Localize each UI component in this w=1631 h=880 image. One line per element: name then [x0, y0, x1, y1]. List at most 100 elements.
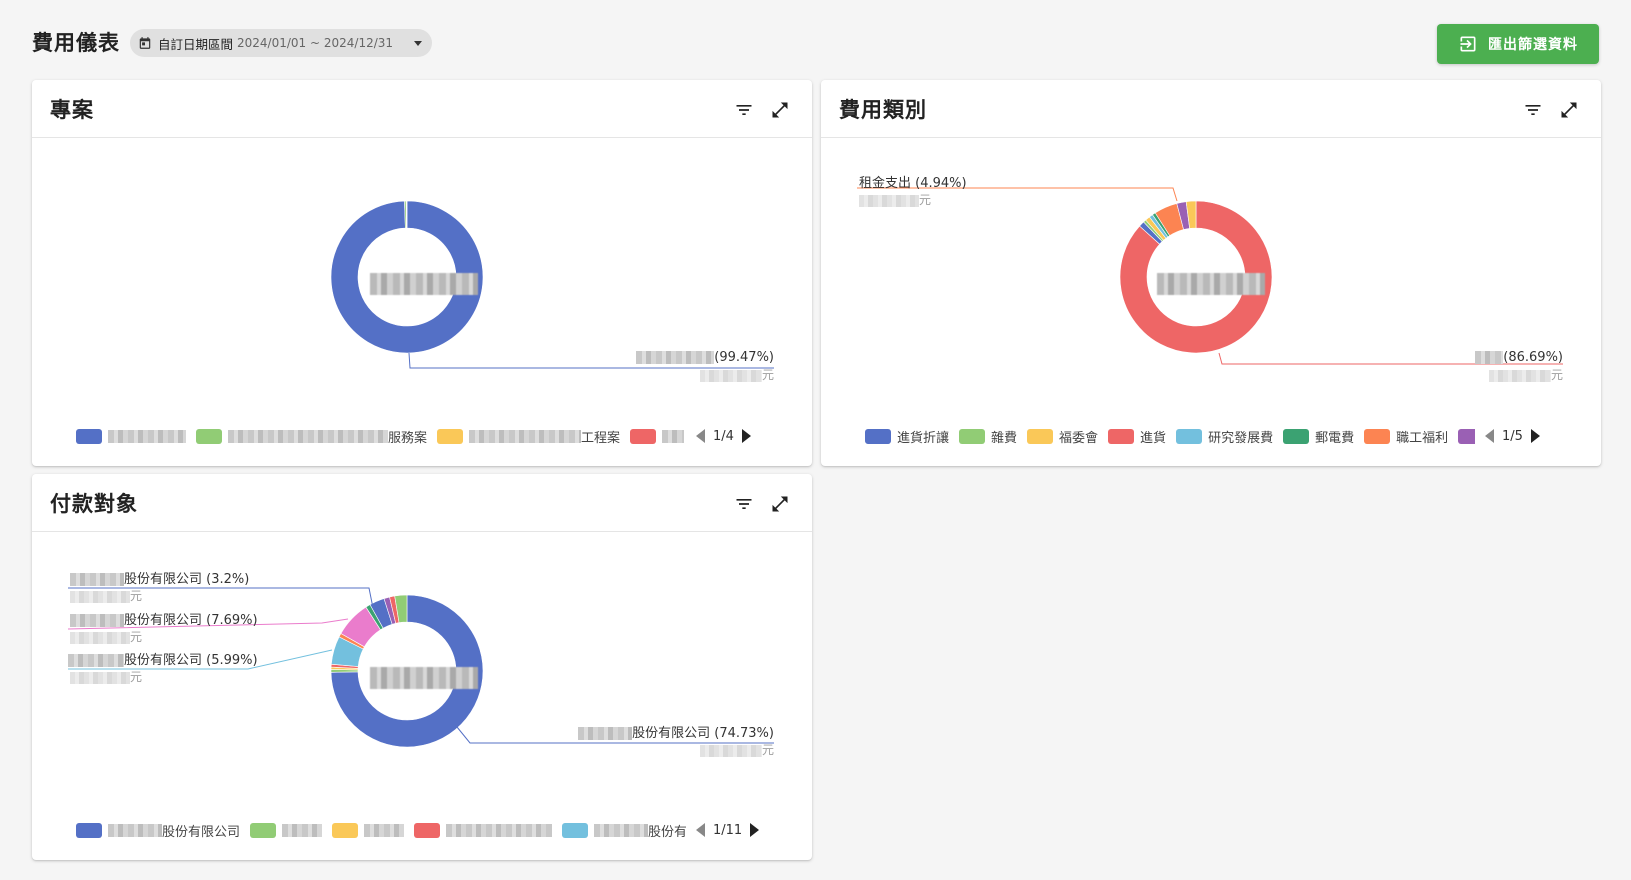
export-button-label: 匯出篩選資料 [1488, 37, 1578, 53]
expand-icon[interactable] [770, 494, 790, 514]
card-title: 費用類別 [839, 98, 927, 122]
redacted-text [636, 351, 715, 364]
legend-item[interactable]: 郵電費 [1283, 427, 1354, 446]
callout-text: 股份有限公司 (7.69%) [124, 613, 258, 628]
callout-label-rent: 租金支出 (4.94%) [859, 176, 967, 191]
legend-swatch [1027, 428, 1054, 444]
total-amount-redacted [370, 667, 478, 689]
legend-item[interactable]: 進貨折讓 [865, 427, 949, 446]
date-range-selector[interactable]: 自訂日期區間 2024/01/01 ~ 2024/12/31 [130, 29, 432, 57]
filter-icon[interactable] [734, 100, 754, 120]
card-title: 專案 [50, 98, 94, 122]
total-amount-redacted [1157, 273, 1265, 295]
legend-swatch [865, 428, 891, 444]
legend-swatch [76, 428, 102, 444]
legend-label: 郵電費 [1315, 430, 1355, 446]
callout-amount: 元 [699, 368, 774, 382]
card-header: 費用類別 [821, 80, 1601, 138]
legend-item[interactable] [76, 428, 186, 444]
redacted-text [578, 727, 633, 740]
redacted-text [594, 823, 649, 837]
legend-swatch [196, 428, 222, 444]
legend-label: 研究發展費 [1208, 430, 1274, 446]
chart-legend: 服務案 工程案 1/4 [32, 426, 812, 446]
redacted-text [68, 654, 124, 667]
legend-pager: 1/5 [1485, 429, 1540, 444]
legend-page-indicator: 1/5 [1502, 428, 1523, 444]
chart-legend: 股份有限公司 股份有 1/11 [32, 820, 812, 840]
prev-page-icon[interactable] [696, 429, 705, 443]
legend-swatch [562, 822, 589, 838]
chart-area: 租金支出 (4.94%) 元 (86.69%) 元 進貨折讓 雜費 福委會 進貨… [821, 139, 1601, 466]
legend-swatch [1176, 428, 1203, 444]
redacted-text [1475, 351, 1504, 364]
redacted-text [70, 671, 130, 684]
legend-item[interactable] [332, 822, 405, 838]
callout-label: 股份有限公司 (3.2%) [70, 572, 249, 588]
export-filtered-data-button[interactable]: 匯出篩選資料 [1437, 24, 1599, 64]
redacted-text [699, 369, 762, 382]
callout-text: 股份有限公司 (3.2%) [124, 572, 250, 587]
legend-item[interactable]: 股份有 [562, 821, 686, 840]
callout-unit: 元 [761, 368, 774, 382]
legend-item[interactable] [414, 822, 553, 838]
redacted-text [282, 823, 323, 837]
callout-unit: 元 [1550, 368, 1563, 382]
legend-item[interactable] [1458, 428, 1475, 444]
legend-item[interactable]: 服務案 [196, 427, 427, 446]
prev-page-icon[interactable] [696, 823, 705, 837]
callout-amount: 元 [70, 670, 142, 684]
legend-item[interactable]: 雜費 [959, 427, 1017, 446]
date-range-label: 自訂日期區間 [158, 36, 234, 52]
legend-label: 股份有 [648, 824, 686, 840]
legend-swatch [250, 822, 277, 838]
legend-item[interactable]: 福委會 [1027, 427, 1098, 446]
legend-swatch [1458, 428, 1475, 444]
chevron-down-icon [414, 40, 422, 46]
donut-chart [330, 200, 774, 369]
filter-icon[interactable] [734, 494, 754, 514]
legend-page-indicator: 1/11 [713, 822, 743, 838]
callout-percent: (99.47%) [714, 350, 774, 365]
expand-icon[interactable] [1559, 100, 1579, 120]
card-title: 付款對象 [50, 492, 138, 516]
callout-label: (99.47%) [636, 350, 774, 366]
redacted-text [699, 744, 762, 757]
callout-amount: 元 [70, 630, 142, 644]
legend-item[interactable]: 工程案 [437, 427, 620, 446]
redacted-text [859, 194, 919, 207]
legend-item[interactable]: 職工福利 [1364, 427, 1448, 446]
prev-page-icon[interactable] [1485, 429, 1494, 443]
next-page-icon[interactable] [750, 823, 760, 837]
legend-swatch [437, 428, 464, 444]
legend-item[interactable] [250, 822, 323, 838]
callout-unit: 元 [130, 589, 143, 603]
chart-legend: 進貨折讓 雜費 福委會 進貨 研究發展費 郵電費 職工福利 1/5 [821, 426, 1601, 446]
redacted-text [70, 590, 130, 603]
filter-icon[interactable] [1523, 100, 1543, 120]
legend-item[interactable]: 股份有限公司 [76, 821, 240, 840]
callout-amount: 元 [859, 193, 931, 207]
legend-item[interactable]: 進貨 [1108, 427, 1166, 446]
legend-item[interactable]: 研究發展費 [1176, 427, 1273, 446]
legend-label: 工程案 [581, 430, 621, 446]
next-page-icon[interactable] [1530, 429, 1540, 443]
legend-swatch [414, 822, 441, 838]
next-page-icon[interactable] [741, 429, 751, 443]
payee-card: 付款對象 股份有限公司 (3.2%) 元 股份有限公司 (7.69%) 元 股份… [32, 474, 812, 860]
legend-label: 服務案 [388, 430, 428, 446]
expand-icon[interactable] [770, 100, 790, 120]
legend-swatch [1283, 428, 1310, 444]
redacted-text [469, 429, 582, 443]
legend-pager: 1/11 [696, 822, 760, 838]
legend-item[interactable] [630, 428, 685, 444]
callout-amount: 元 [70, 589, 142, 603]
legend-label: 股份有限公司 [162, 824, 241, 840]
callout-label: (86.69%) [1475, 350, 1563, 366]
top-bar: 費用儀表 自訂日期區間 2024/01/01 ~ 2024/12/31 匯出篩選… [32, 24, 1599, 64]
callout-label: 股份有限公司 (5.99%) [68, 653, 258, 669]
total-amount-redacted [370, 273, 478, 295]
redacted-text [70, 614, 124, 627]
expense-category-card: 費用類別 租金支出 (4.94%) 元 (86.69%) 元 進貨折讓 雜費 福… [821, 80, 1601, 466]
legend-label: 職工福利 [1396, 430, 1449, 446]
